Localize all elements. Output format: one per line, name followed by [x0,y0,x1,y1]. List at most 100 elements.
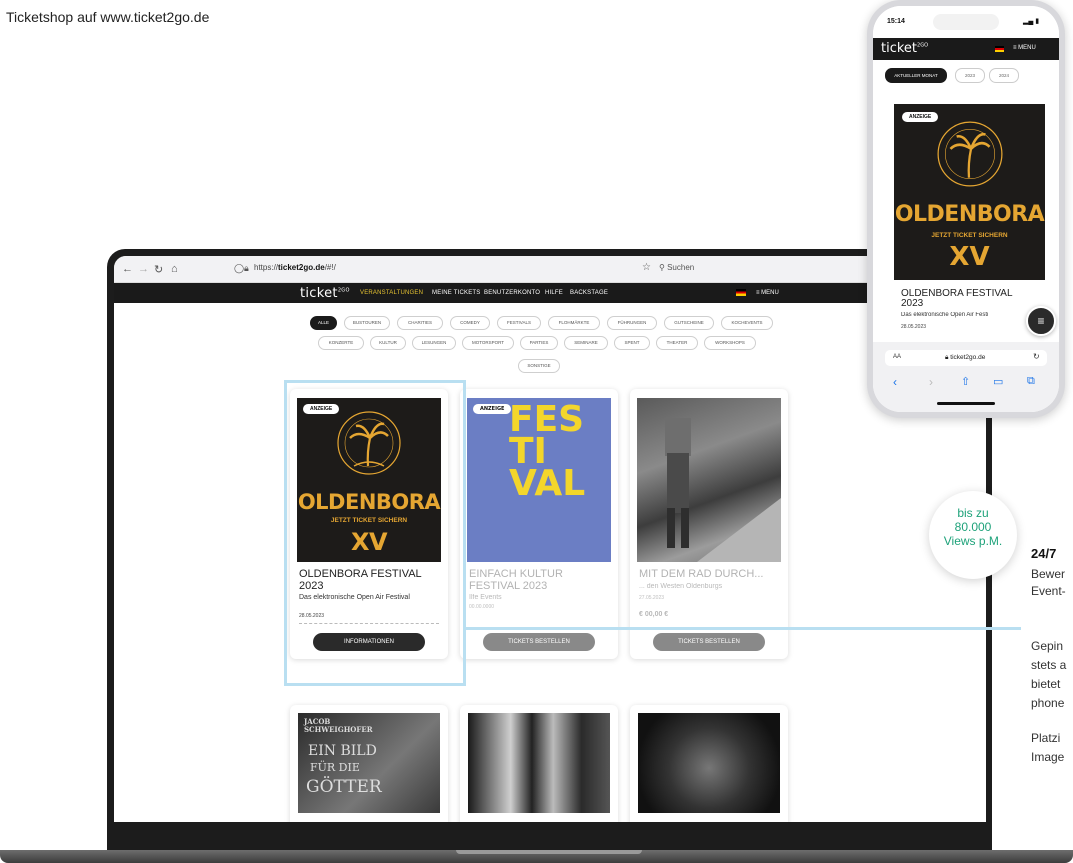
views-bubble: bis zu 80.000 Views p.M. [929,491,1017,579]
tickets-button[interactable]: TICKETS BESTELLEN [653,633,765,651]
forward-icon[interactable]: › [929,375,933,389]
category-kultur[interactable]: KULTUR [370,336,406,350]
search-field[interactable]: ⚲ Suchen [659,263,694,272]
sidetext-line: Platzi [1031,731,1061,745]
category-sonstige[interactable]: SONSTIGE [518,359,560,373]
sidetext-line: Image [1031,750,1065,764]
event-title: MIT DEM RAD DURCH... [639,568,764,580]
category-motorsport[interactable]: MOTORSPORT [462,336,514,350]
language-flag-icon[interactable] [995,46,1004,52]
menu-button[interactable]: ≡ MENU [756,290,779,296]
event-poster: JACOB SCHWEIGHOFER EIN BILD FÜR DIE GÖTT… [298,713,440,813]
category-lesungen[interactable]: LESUNGEN [412,336,456,350]
caption: Ticketshop auf www.ticket2go.de [6,9,210,25]
category-charities[interactable]: CHARITIES [397,316,443,330]
url-field[interactable]: https://ticket2go.de/#!/ [254,263,336,272]
phone-url[interactable]: 🔒︎ ticket2go.de [945,354,985,362]
phone-status-bar: 15:14 ▂▄ ▮ [873,6,1059,36]
home-indicator [937,402,995,405]
nav-hilfe[interactable]: HILFE [545,290,563,296]
sidetext-line: Event- [1031,584,1066,598]
sidetext-line: Bewer [1031,567,1066,581]
bubble-line-3: Views p.M. [943,534,1003,548]
phone-menu-button[interactable]: ≡ MENU [1013,45,1036,51]
category-gutscheine[interactable]: GUTSCHEINE [664,316,714,330]
phone-tab-2023[interactable]: 2023 [955,68,985,83]
text-size-button[interactable]: AA [893,354,901,360]
category-comedy[interactable]: COMEDY [450,316,490,330]
bubble-line-1: bis zu [957,506,989,520]
nav-meine-tickets[interactable]: MEINE TICKETS [432,290,481,296]
site-logo[interactable]: ticket2GO [300,286,350,301]
category-theater[interactable]: THEATER [656,336,698,350]
sidetext-heading: 24/7 [1031,546,1057,561]
bookmarks-icon[interactable]: ▭ [993,375,1003,388]
shield-icon: ◯ [234,263,245,273]
sidetext-line: phone [1031,696,1065,710]
tickets-button[interactable]: TICKETS BESTELLEN [483,633,595,651]
phone-event-date: 28.05.2023 [901,324,927,330]
event-price: € 00,00 € [639,611,669,618]
event-photo [468,713,610,813]
back-icon[interactable]: ← [122,263,133,275]
category-workshops[interactable]: WORKSHOPS [704,336,756,350]
category-flohmaerkte[interactable]: FLOHMÄRKTE [548,316,600,330]
category-seminare[interactable]: SEMINARE [564,336,608,350]
forward-icon[interactable]: → [138,263,149,275]
chat-fab-icon[interactable]: ≡ [1026,306,1056,336]
nav-benutzerkonto[interactable]: BENUTZERKONTO [484,290,540,296]
event-date: 00.00.0000 [469,604,495,610]
phone-event-poster[interactable]: ANZEIGE OLDENBORA JETZT TICKET SICHERN X… [894,104,1045,280]
event-poster: ANZEIGE FES TI VAL [467,398,611,562]
event-subtitle: ... den Westen Oldenburgs [639,583,723,590]
category-spent[interactable]: SPENT [614,336,650,350]
event-photo [637,398,781,562]
event-photo [638,713,780,813]
nav-backstage[interactable]: BACKSTAGE [570,290,608,296]
sidetext-line: stets a [1031,658,1067,672]
category-alle[interactable]: ALLE [310,316,337,330]
highlight-connector-line [466,627,1021,630]
festival-logo-icon [937,121,1003,187]
language-flag-icon[interactable] [736,289,746,296]
poster-title: OLDENBORA [894,202,1045,227]
reload-icon[interactable]: ↻ [1033,352,1040,361]
poster-tagline: JETZT TICKET SICHERN [931,232,1008,239]
back-icon[interactable]: ‹ [893,375,897,389]
bookmark-star-icon[interactable]: ☆ [642,262,651,273]
event-date: 27.05.2023 [639,595,665,601]
phone-site-navbar: ticket2GO ≡ MENU [873,38,1059,60]
phone-event-title: OLDENBORA FESTIVAL 2023 [901,288,1013,309]
phone-time: 15:14 [887,18,905,25]
signal-battery-icon: ▂▄ ▮ [1023,18,1040,25]
event-card-mit-dem-rad[interactable]: MIT DEM RAD DURCH... ... den Westen Olde… [630,389,788,659]
phone-site-logo[interactable]: ticket2GO [881,41,928,56]
laptop-notch [456,850,642,854]
screen-bottom-bezel [114,822,986,848]
sidetext-line: Gepin [1031,639,1064,653]
event-card-einfach-kultur[interactable]: ANZEIGE FES TI VAL EINFACH KULTUR FESTIV… [460,389,618,659]
category-bustouren[interactable]: BUSTOUREN [344,316,390,330]
category-festivals[interactable]: FESTIVALS [497,316,541,330]
laptop-screen: ← → ↻ ⌂ ◯ 🔒︎ https://ticket2go.de/#!/ ☆ … [114,256,986,848]
phone-tab-current-month[interactable]: AKTUELLER MONAT [885,68,947,83]
poster-number: XV [949,242,990,272]
tabs-icon[interactable]: ⧉ [1027,375,1035,388]
category-parties[interactable]: PARTIES [520,336,558,350]
nav-veranstaltungen[interactable]: VERANSTALTUNGEN [360,290,423,296]
category-konzerte[interactable]: KONZERTE [318,336,364,350]
event-subtitle: Ilfe Events [469,594,502,601]
lock-icon: 🔒︎ [244,263,249,273]
reload-icon[interactable]: ↻ [154,263,163,276]
highlight-frame [284,380,466,686]
phone-notch [933,14,999,30]
phone-tab-2024[interactable]: 2024 [989,68,1019,83]
ad-badge: ANZEIGE [902,112,939,122]
home-icon[interactable]: ⌂ [171,263,178,275]
phone-screen: 15:14 ▂▄ ▮ ticket2GO ≡ MENU AKTUELLER MO… [873,6,1059,412]
category-fuehrungen[interactable]: FÜHRUNGEN [607,316,657,330]
phone-event-subtitle: Das elektronische Open Air Festi [901,312,989,318]
share-icon[interactable]: ⇧ [961,375,970,388]
browser-toolbar: ← → ↻ ⌂ ◯ 🔒︎ https://ticket2go.de/#!/ ☆ … [114,256,986,283]
category-kochevents[interactable]: KOCHEVENTS [721,316,773,330]
